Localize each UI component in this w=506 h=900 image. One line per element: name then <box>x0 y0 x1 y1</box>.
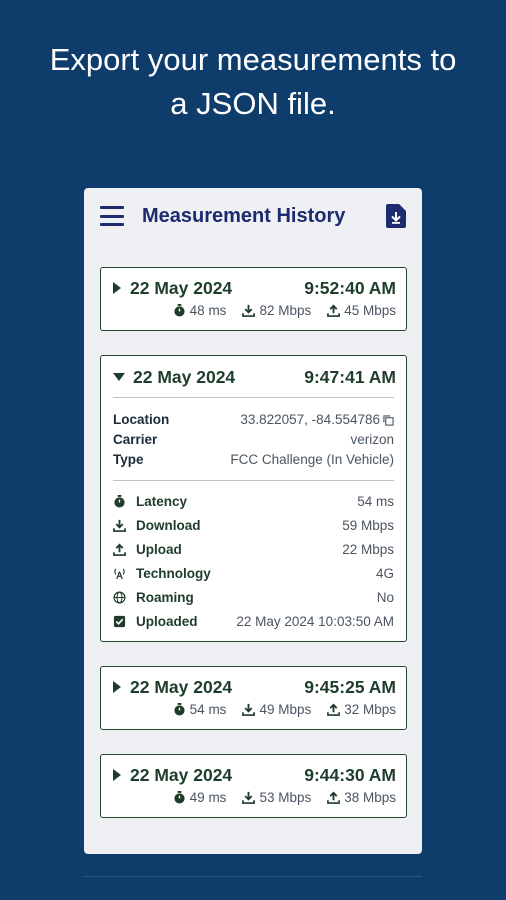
globe-icon <box>113 591 126 603</box>
upload-icon <box>327 791 341 804</box>
expand-arrow-icon[interactable] <box>113 282 121 294</box>
headline-line-2: a JSON file. <box>170 86 336 121</box>
upload-summary: 45 Mbps <box>327 303 396 318</box>
file-download-icon[interactable] <box>386 204 406 228</box>
hamburger-menu-icon[interactable] <box>100 206 124 226</box>
bottom-divider <box>84 876 422 877</box>
card-summary: 48 ms 82 Mbps 45 Mbps <box>101 303 406 318</box>
copy-icon[interactable] <box>383 414 394 426</box>
card-summary: 54 ms 49 Mbps 32 Mbps <box>101 702 406 717</box>
latency-row: Latency 54 ms <box>101 489 406 513</box>
technology-row: Technology 4G <box>101 561 406 585</box>
upload-row: Upload 22 Mbps <box>101 537 406 561</box>
type-row: Type FCC Challenge (In Vehicle) <box>113 452 394 467</box>
card-summary: 49 ms 53 Mbps 38 Mbps <box>101 790 406 805</box>
expand-arrow-icon[interactable] <box>113 681 121 693</box>
phone-screen: Measurement History 22 May 2024 9:52:40 … <box>84 188 422 854</box>
upload-icon <box>327 703 341 716</box>
checkbox-checked-icon <box>113 615 126 627</box>
collapse-arrow-icon[interactable] <box>113 373 125 381</box>
headline-line-1: Export your measurements to <box>49 42 457 77</box>
cell-tower-icon <box>114 568 125 579</box>
card-time: 9:47:41 AM <box>304 366 396 387</box>
measurement-card-1[interactable]: 22 May 2024 9:52:40 AM 48 ms 82 Mbps 45 … <box>100 267 407 331</box>
upload-summary: 32 Mbps <box>327 702 396 717</box>
measurement-card-2[interactable]: 22 May 2024 9:47:41 AM Location 33.82205… <box>100 355 407 642</box>
download-summary: 53 Mbps <box>242 790 311 805</box>
card-date: 22 May 2024 <box>133 366 236 387</box>
stopwatch-icon <box>174 304 185 317</box>
card-time: 9:52:40 AM <box>304 277 396 298</box>
uploaded-row: Uploaded 22 May 2024 10:03:50 AM <box>101 609 406 633</box>
card-time: 9:45:25 AM <box>304 676 396 697</box>
download-icon <box>113 519 126 532</box>
card-time: 9:44:30 AM <box>304 764 396 785</box>
stopwatch-icon <box>174 703 185 716</box>
upload-icon <box>327 304 341 317</box>
upload-summary: 38 Mbps <box>327 790 396 805</box>
download-summary: 82 Mbps <box>242 303 311 318</box>
download-icon <box>242 791 256 804</box>
divider <box>113 480 394 481</box>
latency-summary: 48 ms <box>173 303 226 318</box>
headline: Export your measurements to a JSON file. <box>0 38 506 126</box>
app-bar: Measurement History <box>84 188 422 244</box>
measurement-card-3[interactable]: 22 May 2024 9:45:25 AM 54 ms 49 Mbps 32 … <box>100 666 407 730</box>
card-date: 22 May 2024 <box>130 277 233 298</box>
expand-arrow-icon[interactable] <box>113 769 121 781</box>
divider <box>113 397 394 398</box>
latency-summary: 54 ms <box>173 702 226 717</box>
app-bar-title: Measurement History <box>142 204 346 227</box>
stopwatch-icon <box>174 791 185 804</box>
download-summary: 49 Mbps <box>242 702 311 717</box>
download-icon <box>242 304 256 317</box>
location-row: Location 33.822057, -84.554786 <box>101 410 406 430</box>
upload-icon <box>113 543 126 556</box>
download-icon <box>242 703 256 716</box>
card-date: 22 May 2024 <box>130 764 233 785</box>
roaming-row: Roaming No <box>101 585 406 609</box>
card-date: 22 May 2024 <box>130 676 233 697</box>
carrier-row: Carrier verizon <box>113 432 394 447</box>
stopwatch-icon <box>114 494 125 508</box>
latency-summary: 49 ms <box>173 790 226 805</box>
download-row: Download 59 Mbps <box>101 513 406 537</box>
measurement-card-4[interactable]: 22 May 2024 9:44:30 AM 49 ms 53 Mbps 38 … <box>100 754 407 818</box>
